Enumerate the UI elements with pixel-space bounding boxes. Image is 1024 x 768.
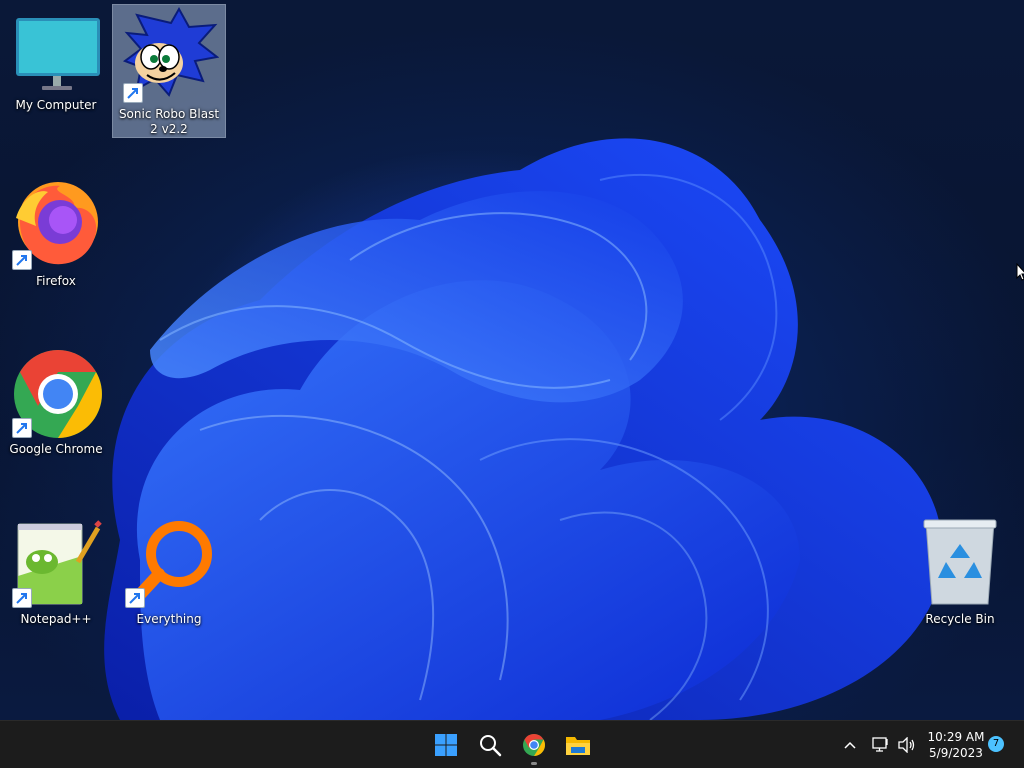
- desktop-icon-firefox[interactable]: Firefox: [6, 178, 106, 289]
- shortcut-arrow-icon: [12, 250, 32, 270]
- clock[interactable]: 10:29 AM 5/9/2023: [918, 729, 994, 761]
- file-explorer-icon: [566, 737, 590, 755]
- desktop-icon-everything[interactable]: Everything: [119, 516, 219, 627]
- file-explorer-button[interactable]: [560, 727, 596, 763]
- taskbar-chrome-button[interactable]: [516, 727, 552, 765]
- icon-label: Sonic Robo Blast 2 v2.2: [118, 107, 220, 136]
- icon-label: Everything: [136, 612, 202, 626]
- shortcut-arrow-icon: [125, 588, 145, 608]
- icon-label: Google Chrome: [9, 442, 103, 456]
- search-button[interactable]: [472, 727, 508, 763]
- desktop-icon-sonic-robo-blast-2[interactable]: Sonic Robo Blast 2 v2.2: [112, 4, 226, 138]
- mouse-cursor-icon: [1016, 263, 1024, 281]
- volume-button[interactable]: [896, 721, 918, 768]
- start-button[interactable]: [428, 727, 464, 763]
- icon-label: My Computer: [15, 98, 97, 112]
- desktop-icon-my-computer[interactable]: My Computer: [6, 14, 106, 113]
- recycle-bin-icon: [923, 519, 997, 605]
- icon-label: Notepad++: [20, 612, 92, 626]
- shortcut-arrow-icon: [12, 588, 32, 608]
- network-icon: [872, 737, 888, 752]
- monitor-icon: [16, 18, 100, 90]
- chevron-up-icon: [844, 741, 856, 749]
- clock-date: 5/9/2023: [929, 746, 983, 760]
- shortcut-arrow-icon: [12, 418, 32, 438]
- desktop[interactable]: My Computer Sonic Robo Blast 2 v2.2 Fire…: [0, 0, 1024, 720]
- shortcut-arrow-icon: [123, 83, 143, 103]
- running-indicator: [531, 762, 537, 765]
- start-icon: [435, 734, 457, 756]
- icon-label: Firefox: [36, 274, 76, 288]
- network-button[interactable]: [870, 721, 892, 768]
- desktop-icon-recycle-bin[interactable]: Recycle Bin: [910, 516, 1010, 627]
- desktop-icon-google-chrome[interactable]: Google Chrome: [6, 346, 106, 457]
- notification-badge[interactable]: 7: [988, 736, 1004, 752]
- volume-icon: [898, 737, 915, 753]
- desktop-icon-notepad-plus-plus[interactable]: Notepad++: [6, 516, 106, 627]
- clock-time: 10:29 AM: [927, 730, 985, 744]
- chrome-icon: [523, 734, 545, 756]
- show-hidden-icons-button[interactable]: [838, 721, 862, 768]
- icon-label: Recycle Bin: [925, 612, 995, 626]
- taskbar: 10:29 AM 5/9/2023: [0, 720, 1024, 768]
- search-icon: [480, 735, 502, 757]
